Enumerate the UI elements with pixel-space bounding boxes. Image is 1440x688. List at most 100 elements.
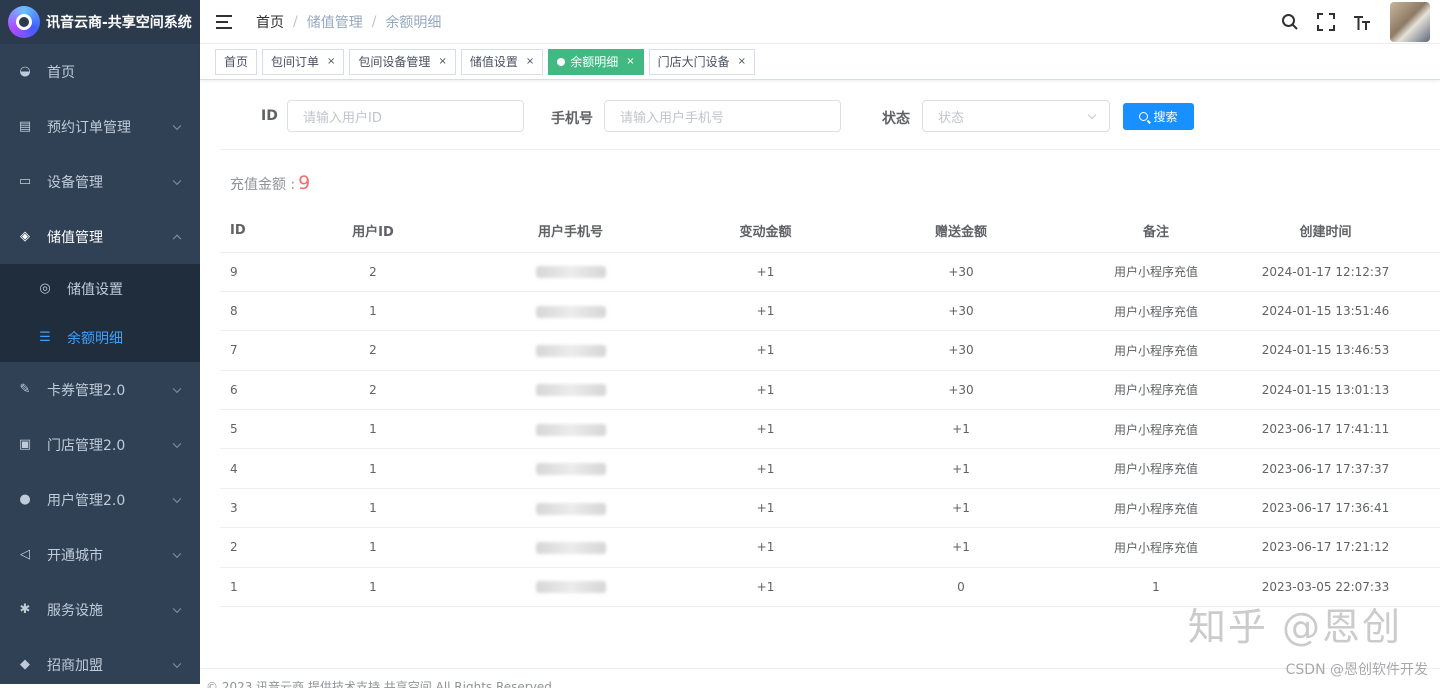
tag-label: 余额明细 (570, 55, 619, 69)
table-row[interactable]: 9 2 +1 +30 用户小程序充值 2024-01-17 12:12:37 (220, 252, 1440, 292)
chevron-down-icon (172, 549, 182, 558)
sidebar-item-orders[interactable]: ▤ 预约订单管理 (0, 99, 200, 154)
cell-id: 8 (220, 291, 315, 332)
store-icon: ▣ (18, 436, 32, 452)
sidebar-item-devices[interactable]: ▭ 设备管理 (0, 154, 200, 209)
cell-phone (431, 291, 710, 332)
sidebar-item-users[interactable]: ● 用户管理2.0 (0, 472, 200, 527)
navbar-actions (1280, 0, 1430, 44)
font-size-icon[interactable] (1352, 12, 1372, 32)
phone-placeholder: 请输入用户手机号 (620, 110, 725, 126)
chevron-down-icon (172, 384, 182, 393)
sidebar-item-storage[interactable]: ◈ 储值管理 (0, 209, 200, 264)
status-select[interactable]: 状态 (922, 100, 1110, 132)
balance-table: ID 用户ID 用户手机号 变动金额 赠送金额 备注 创建时间 9 2 +1 +30 用… (220, 210, 1440, 608)
settings-icon: ◎ (39, 280, 51, 296)
column-header[interactable]: 用户ID (315, 210, 431, 253)
tag-home[interactable]: 首页 (215, 48, 258, 75)
status-placeholder: 状态 (938, 110, 965, 126)
filter-form: ID 请输入用户ID 手机号 请输入用户手机号 状态 状态 搜索 (220, 80, 1440, 150)
tag-room-orders[interactable]: 包间订单 × (262, 48, 345, 75)
phone-input[interactable]: 请输入用户手机号 (604, 100, 841, 132)
sidebar-item-facilities[interactable]: ✱ 服务设施 (0, 582, 200, 637)
search-icon[interactable] (1280, 12, 1300, 32)
logo[interactable]: 讯音云商-共享空间系统 (0, 0, 200, 44)
cell-created-time: 2024-01-15 13:46:53 (1211, 330, 1440, 371)
tag-label: 首页 (224, 55, 249, 69)
cell-id: 7 (220, 330, 315, 371)
sidebar-item-coupons[interactable]: ✎ 卡券管理2.0 (0, 362, 200, 417)
join-icon: ◆ (20, 656, 30, 672)
search-button[interactable]: 搜索 (1123, 103, 1194, 130)
sidebar-item-label: 余额明细 (67, 330, 123, 347)
cell-change-amount: +1 (710, 448, 821, 489)
close-icon[interactable]: × (526, 56, 534, 67)
breadcrumb-current: 余额明细 (385, 14, 442, 31)
close-icon[interactable]: × (738, 56, 746, 67)
tag-storage-settings[interactable]: 储值设置 × (460, 48, 544, 75)
column-header[interactable]: 用户手机号 (431, 210, 710, 253)
sidebar-item-cities[interactable]: ◁ 开通城市 (0, 527, 200, 582)
breadcrumb-home[interactable]: 首页 (256, 12, 284, 32)
chevron-down-icon (1087, 110, 1097, 120)
sidebar-item-balance-detail[interactable]: ☰ 余额明细 (0, 313, 200, 362)
sidebar-item-home[interactable]: ◒ 首页 (0, 44, 200, 99)
avatar[interactable] (1390, 2, 1430, 42)
tag-balance-detail[interactable]: 余额明细 × (548, 48, 644, 75)
cell-change-amount: +1 (710, 567, 821, 608)
phone-label: 手机号 (551, 111, 593, 127)
column-header[interactable]: ID (220, 210, 315, 253)
fullscreen-icon[interactable] (1316, 12, 1336, 32)
chevron-up-icon (172, 234, 182, 243)
cell-note: 用户小程序充值 (1101, 488, 1211, 529)
cell-user-id: 1 (315, 527, 431, 568)
sidebar-item-label: 储值设置 (67, 281, 123, 298)
cell-note: 用户小程序充值 (1101, 291, 1211, 332)
cell-bonus-amount: +1 (821, 409, 1101, 450)
cell-change-amount: +1 (710, 409, 821, 450)
table-header-row: ID 用户ID 用户手机号 变动金额 赠送金额 备注 创建时间 (220, 210, 1440, 253)
cell-created-time: 2024-01-15 13:01:13 (1211, 370, 1440, 411)
storage-submenu: ◎ 储值设置 ☰ 余额明细 (0, 264, 200, 362)
chevron-down-icon (172, 659, 182, 668)
hamburger-icon[interactable] (216, 14, 234, 29)
user-icon: ● (19, 491, 31, 507)
tag-room-devices[interactable]: 包间设备管理 × (349, 48, 456, 75)
sidebar-item-label: 预约订单管理 (47, 119, 131, 136)
table-row[interactable]: 5 1 +1 +1 用户小程序充值 2023-06-17 17:41:11 (220, 409, 1440, 450)
table-row[interactable]: 4 1 +1 +1 用户小程序充值 2023-06-17 17:37:37 (220, 448, 1440, 489)
close-icon[interactable]: × (438, 56, 446, 67)
cell-bonus-amount: +1 (821, 488, 1101, 529)
table-row[interactable]: 3 1 +1 +1 用户小程序充值 2023-06-17 17:36:41 (220, 488, 1440, 529)
recharge-summary: 充值金额 :9 (230, 172, 310, 194)
table-row[interactable]: 7 2 +1 +30 用户小程序充值 2024-01-15 13:46:53 (220, 330, 1440, 371)
cell-user-id: 1 (315, 291, 431, 332)
column-header[interactable]: 变动金额 (710, 210, 821, 253)
sidebar-item-label: 开通城市 (47, 547, 103, 564)
column-header[interactable]: 备注 (1101, 210, 1211, 253)
cell-note: 用户小程序充值 (1101, 448, 1211, 489)
chevron-down-icon (172, 439, 182, 448)
column-header[interactable]: 创建时间 (1211, 210, 1440, 253)
main-content: ID 请输入用户ID 手机号 请输入用户手机号 状态 状态 搜索 充值金额 :9… (200, 80, 1440, 688)
cell-created-time: 2023-06-17 17:21:12 (1211, 527, 1440, 568)
cell-note: 用户小程序充值 (1101, 252, 1211, 292)
sidebar-item-storage-settings[interactable]: ◎ 储值设置 (0, 264, 200, 313)
footer: © 2023 讯音云商 提供技术支持 共享空间 All Rights Reser… (200, 668, 1440, 688)
cell-bonus-amount: +1 (821, 448, 1101, 489)
close-icon[interactable]: × (327, 56, 335, 67)
cell-change-amount: +1 (710, 527, 821, 568)
breadcrumb-storage[interactable]: 储值管理 (307, 12, 363, 32)
table-row[interactable]: 2 1 +1 +1 用户小程序充值 2023-06-17 17:21:12 (220, 527, 1440, 568)
close-icon[interactable]: × (626, 56, 634, 67)
id-input[interactable]: 请输入用户ID (287, 100, 524, 132)
logo-icon (8, 6, 40, 38)
tag-label: 包间设备管理 (358, 55, 431, 69)
sidebar-item-stores[interactable]: ▣ 门店管理2.0 (0, 417, 200, 472)
sidebar-item-franchise[interactable]: ◆ 招商加盟 (0, 637, 200, 684)
column-header[interactable]: 赠送金额 (821, 210, 1101, 253)
table-row[interactable]: 8 1 +1 +30 用户小程序充值 2024-01-15 13:51:46 (220, 291, 1440, 332)
chevron-down-icon (172, 494, 182, 503)
tag-store-door-devices[interactable]: 门店大门设备 × (648, 48, 756, 75)
table-row[interactable]: 6 2 +1 +30 用户小程序充值 2024-01-15 13:01:13 (220, 370, 1440, 411)
